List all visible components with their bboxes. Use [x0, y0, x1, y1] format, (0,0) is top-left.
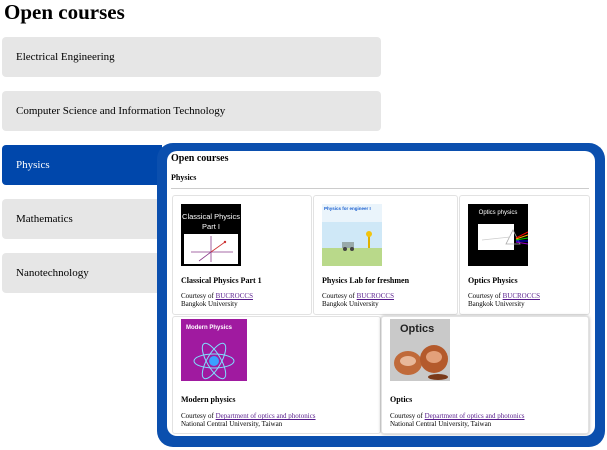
- courtesy-link[interactable]: Department of optics and photonics: [425, 412, 525, 420]
- course-thumbnail: Classical Physics Part I: [181, 204, 241, 266]
- course-card[interactable]: Physics for engineer I Physics Lab for f…: [313, 195, 458, 315]
- courtesy-prefix: Courtesy of: [468, 292, 501, 300]
- courtesy-link[interactable]: BUCROCCS: [357, 292, 394, 300]
- course-card[interactable]: Classical Physics Part I Classical Physi…: [172, 195, 312, 315]
- tab-physics[interactable]: Physics: [2, 145, 162, 185]
- course-title: Physics Lab for freshmen: [322, 276, 410, 285]
- tab-electrical-engineering[interactable]: Electrical Engineering: [2, 37, 381, 77]
- course-title: Modern physics: [181, 395, 236, 404]
- course-thumbnail: Physics for engineer I: [322, 204, 382, 266]
- course-thumbnail: Optics: [390, 319, 450, 381]
- courtesy-link[interactable]: BUCROCCS: [503, 292, 540, 300]
- courses-panel: Open courses Physics Classical Physics P…: [157, 143, 605, 447]
- course-thumbnail: Optics physics: [468, 204, 528, 266]
- course-courtesy: Courtesy of BUCROCCS: [181, 292, 253, 300]
- courtesy-prefix: Courtesy of: [181, 292, 214, 300]
- prism-icon: [478, 224, 528, 250]
- courtesy-prefix: Courtesy of: [181, 412, 214, 420]
- page-title: Open courses: [4, 0, 125, 24]
- courtesy-link[interactable]: Department of optics and photonics: [216, 412, 316, 420]
- lab-scene-icon: [322, 222, 382, 266]
- atom-icon: [193, 342, 235, 380]
- panel-subtitle: Physics: [171, 173, 197, 182]
- courtesy-prefix: Courtesy of: [390, 412, 423, 420]
- course-courtesy: Courtesy of BUCROCCS: [322, 292, 394, 300]
- axes-diagram-icon: [184, 234, 238, 264]
- courtesy-link[interactable]: BUCROCCS: [216, 292, 253, 300]
- course-institution: Bangkok University: [181, 300, 238, 308]
- course-title: Optics: [390, 395, 413, 404]
- course-courtesy: Courtesy of Department of optics and pho…: [390, 412, 525, 420]
- course-card[interactable]: Optics physics Optics Physics Courtesy o…: [459, 195, 590, 315]
- courtesy-prefix: Courtesy of: [322, 292, 355, 300]
- lens-icon: [394, 345, 448, 380]
- courses-panel-content: Open courses Physics Classical Physics P…: [167, 151, 595, 436]
- panel-title: Open courses: [171, 153, 229, 164]
- divider: [171, 188, 589, 189]
- course-courtesy: Courtesy of BUCROCCS: [468, 292, 540, 300]
- course-card[interactable]: Modern Physics Modern physics Courtesy o…: [172, 316, 381, 434]
- course-institution: National Central University, Taiwan: [181, 420, 283, 428]
- tab-computer-science[interactable]: Computer Science and Information Technol…: [2, 91, 381, 131]
- course-courtesy: Courtesy of Department of optics and pho…: [181, 412, 316, 420]
- course-institution: Bangkok University: [322, 300, 379, 308]
- course-title: Optics Physics: [468, 276, 518, 285]
- course-institution: Bangkok University: [468, 300, 525, 308]
- course-card[interactable]: Optics Optics Courtesy of Department of …: [381, 316, 589, 434]
- course-thumbnail: Modern Physics: [181, 319, 247, 381]
- course-institution: National Central University, Taiwan: [390, 420, 492, 428]
- course-title: Classical Physics Part 1: [181, 276, 262, 285]
